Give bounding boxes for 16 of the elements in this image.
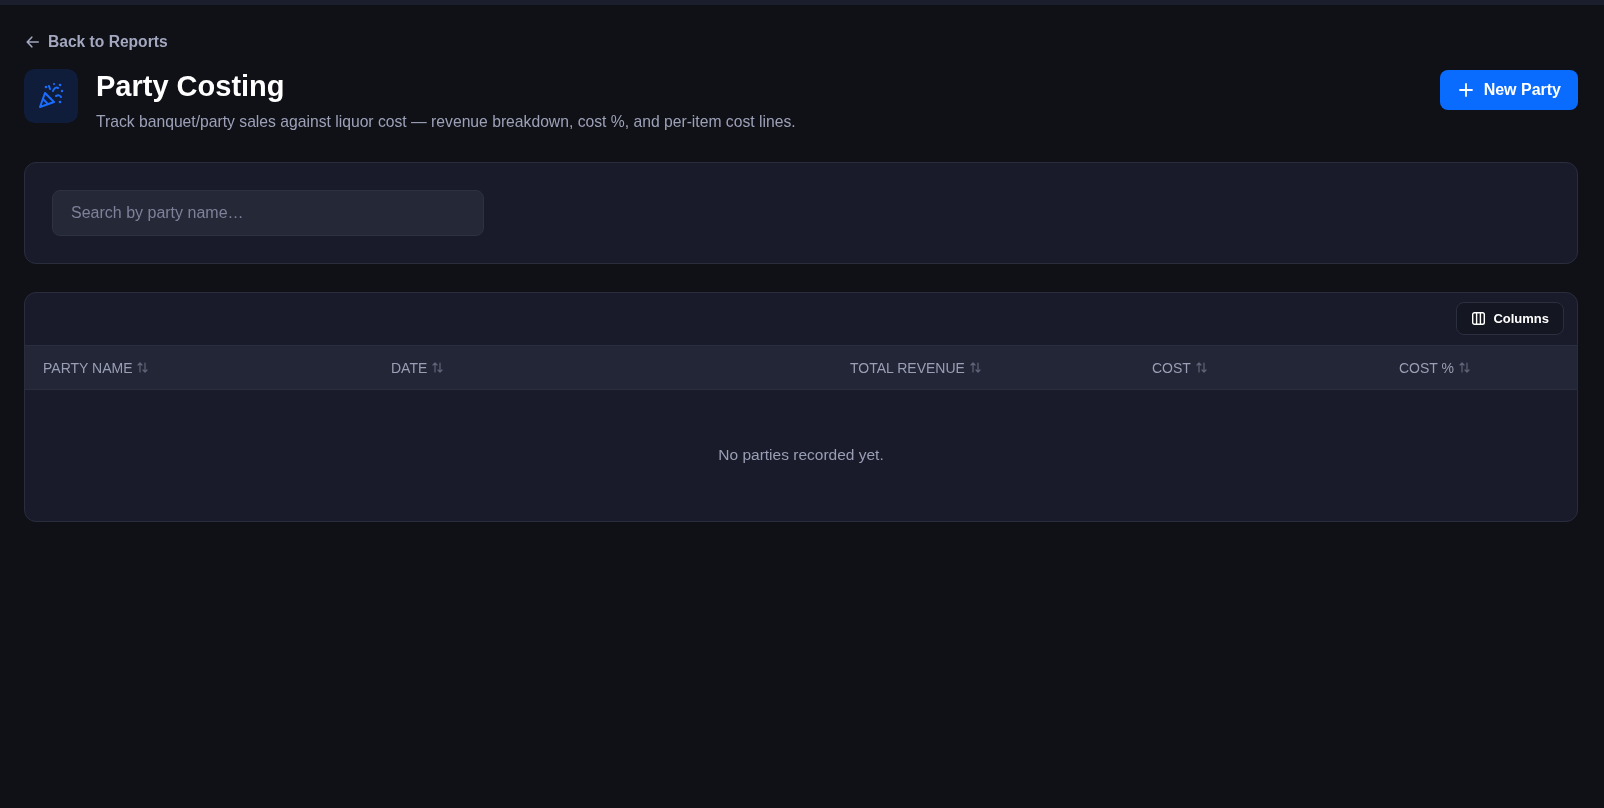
party-popper-icon <box>24 69 78 123</box>
column-header[interactable]: COST % <box>1399 359 1454 376</box>
column-header[interactable]: DATE <box>391 359 428 376</box>
back-link[interactable]: Back to Reports <box>26 33 168 51</box>
columns-button[interactable]: Columns <box>1456 302 1564 335</box>
columns-icon <box>1472 312 1486 325</box>
page-title: Party Costing <box>96 69 286 103</box>
column-header[interactable]: COST <box>1152 359 1191 376</box>
new-party-button[interactable]: New Party <box>1439 70 1578 110</box>
empty-message: No parties recorded yet. <box>718 446 884 464</box>
plus-icon <box>1458 83 1473 97</box>
left-arrow-icon <box>26 36 39 48</box>
column-header[interactable]: PARTY NAME <box>43 359 133 376</box>
column-header[interactable]: TOTAL REVENUE <box>850 359 965 376</box>
page-subtitle: Track banquet/party sales against liquor cost — revenue breakdown, cost %, and per-item cost lines. <box>96 113 797 131</box>
search-field[interactable]: Search by party name… <box>52 190 484 236</box>
